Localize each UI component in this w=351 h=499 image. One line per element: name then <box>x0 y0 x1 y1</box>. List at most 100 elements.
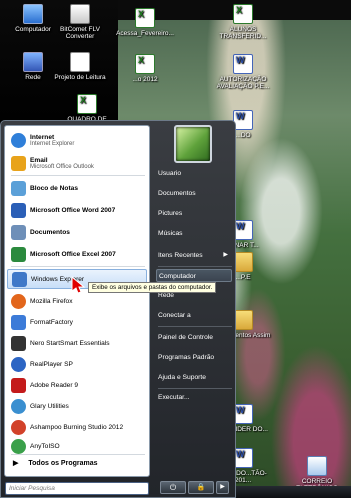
desktop-icon-acessa[interactable]: Acessa_Fevereiro... <box>116 8 174 37</box>
right-link-painel-de-controle[interactable]: Painel de Controle <box>156 331 232 344</box>
folder-icon <box>233 310 253 330</box>
windows-explorer-icon <box>12 271 27 287</box>
program-label: Bloco de Notas <box>30 184 78 192</box>
excel-icon <box>11 246 26 262</box>
pinned-separator <box>11 175 145 176</box>
right-link-programas-padrao[interactable]: Programas Padrão <box>156 351 232 364</box>
desktop-icon-2012[interactable]: ...o 2012 <box>116 54 174 83</box>
network-icon <box>23 52 43 72</box>
start-menu-right-pane: Usuario Documentos Pictures Músicas Iten… <box>152 121 236 499</box>
desktop-icon-label: ...P.E <box>235 274 251 281</box>
lock-button[interactable]: 🔒 <box>188 481 214 494</box>
program-label: Ashampoo Burning Studio 2012 <box>30 423 124 431</box>
right-link-label: Usuario <box>158 170 182 177</box>
right-link-itens-recentes[interactable]: Itens Recentes ▶ <box>156 249 232 262</box>
right-link-label: Computador <box>159 273 196 280</box>
right-link-label: Itens Recentes <box>158 252 203 259</box>
tooltip: Exibe os arquivos e pastas do computador… <box>88 282 217 293</box>
adobe-reader-icon <box>11 377 26 393</box>
right-link-conectar-a[interactable]: Conectar a <box>156 309 232 322</box>
word-file-icon <box>233 110 253 130</box>
desktop-icon-label: Acessa_Fevereiro... <box>116 30 174 37</box>
desktop-icon-label: BitComet FLV Converter <box>60 26 100 40</box>
firefox-icon <box>11 293 26 309</box>
program-ashampoo[interactable]: Ashampoo Burning Studio 2012 <box>7 417 147 437</box>
pinned-email[interactable]: Email Microsoft Office Outlook <box>7 153 147 173</box>
program-nero[interactable]: Nero StartSmart Essentials <box>7 333 147 353</box>
right-link-label: Programas Padrão <box>158 354 215 361</box>
program-excel-2007[interactable]: Microsoft Office Excel 2007 <box>7 244 147 264</box>
all-programs-label: Todos os Programas <box>28 459 98 467</box>
program-adobe-reader[interactable]: Adobe Reader 9 <box>7 375 147 395</box>
red-arrow-cursor-icon <box>71 276 86 294</box>
all-programs-button[interactable]: ▶ Todos os Programas <box>7 454 147 472</box>
pinned-subtitle: Internet Explorer <box>30 140 75 147</box>
right-link-executar[interactable]: Executar... <box>156 391 232 404</box>
pinned-internet[interactable]: Internet Internet Explorer <box>7 130 147 150</box>
right-link-usuario[interactable]: Usuario <box>156 167 232 180</box>
shutdown-button[interactable]: ⏻ <box>160 481 186 494</box>
right-link-ajuda-e-suporte[interactable]: Ajuda e Suporte <box>156 371 232 384</box>
desktop-icon-bitcomet[interactable]: BitComet FLV Converter <box>51 4 109 40</box>
word-icon <box>11 202 26 218</box>
pinned-subtitle: Microsoft Office Outlook <box>30 163 94 170</box>
pinned-title: Internet <box>30 133 55 141</box>
internet-explorer-icon <box>11 132 26 148</box>
word-file-icon <box>233 448 253 468</box>
start-search-input[interactable]: Iniciar Pesquisa <box>5 482 149 495</box>
right-link-musicas[interactable]: Músicas <box>156 227 232 240</box>
right-link-computador[interactable]: Computador <box>156 269 232 282</box>
excel-file-icon <box>233 4 253 24</box>
documents-icon <box>11 224 26 240</box>
excel-file-icon <box>77 94 97 114</box>
program-word-2007[interactable]: Microsoft Office Word 2007 <box>7 200 147 220</box>
right-link-documentos[interactable]: Documentos <box>156 187 232 200</box>
desktop-icon-quadro[interactable]: QUADRO DE <box>58 94 116 123</box>
program-formatfactory[interactable]: FormatFactory <box>7 312 147 332</box>
program-glary-utilities[interactable]: Glary Utilities <box>7 396 147 416</box>
right-link-label: Ajuda e Suporte <box>158 374 206 381</box>
desktop-icon-label: AUTORIZAÇÃO AVALIAÇÃO P.E... <box>216 76 270 90</box>
excel-file-icon <box>135 8 155 28</box>
word-file-icon <box>233 220 253 240</box>
program-label: AnyToISO <box>30 442 60 450</box>
desktop-icon-label: Computador <box>15 26 51 33</box>
user-avatar[interactable] <box>174 125 212 163</box>
right-link-pictures[interactable]: Pictures <box>156 207 232 220</box>
chevron-right-icon: ▶ <box>220 484 225 490</box>
start-menu-programs-pane: Internet Internet Explorer Email Microso… <box>4 125 150 477</box>
program-label: RealPlayer SP <box>30 360 73 368</box>
bitcomet-icon <box>70 4 90 24</box>
folder-icon <box>233 252 253 272</box>
right-link-label: Músicas <box>158 230 183 237</box>
desktop-icon-label: ...DO <box>235 132 251 139</box>
mail-icon <box>307 456 327 476</box>
nero-icon <box>11 335 26 351</box>
glary-utilities-icon <box>11 398 26 414</box>
desktop-icon-autorizacao[interactable]: AUTORIZAÇÃO AVALIAÇÃO P.E... <box>214 54 272 90</box>
program-firefox[interactable]: Mozilla Firefox <box>7 291 147 311</box>
ashampoo-icon <box>11 419 26 435</box>
excel-file-icon <box>135 54 155 74</box>
computer-icon <box>23 4 43 24</box>
program-anytoiso[interactable]: AnyToISO <box>7 436 147 456</box>
formatfactory-icon <box>11 314 26 330</box>
arrow-right-icon: ▶ <box>13 460 19 467</box>
right-link-label: Rede <box>158 292 174 299</box>
word-file-icon <box>233 404 253 424</box>
desktop-icon-alunos[interactable]: ALUNOS TRANSFERID... <box>214 4 272 40</box>
recent-separator <box>11 266 145 267</box>
right-link-label: Documentos <box>158 190 196 197</box>
desktop-icon-label: ALUNOS TRANSFERID... <box>219 26 267 40</box>
program-bloco-de-notas[interactable]: Bloco de Notas <box>7 178 147 198</box>
document-icon <box>70 52 90 72</box>
program-label: Microsoft Office Excel 2007 <box>30 250 116 258</box>
desktop-icon-projeto[interactable]: Projeto de Leitura <box>51 52 109 81</box>
shutdown-options-button[interactable]: ▶ <box>216 481 229 494</box>
program-documentos[interactable]: Documentos <box>7 222 147 242</box>
right-separator <box>158 326 232 327</box>
program-realplayer[interactable]: RealPlayer SP <box>7 354 147 374</box>
program-label: Adobe Reader 9 <box>30 381 79 389</box>
word-file-icon <box>233 54 253 74</box>
desktop-icon-label: ...o 2012 <box>132 76 158 83</box>
